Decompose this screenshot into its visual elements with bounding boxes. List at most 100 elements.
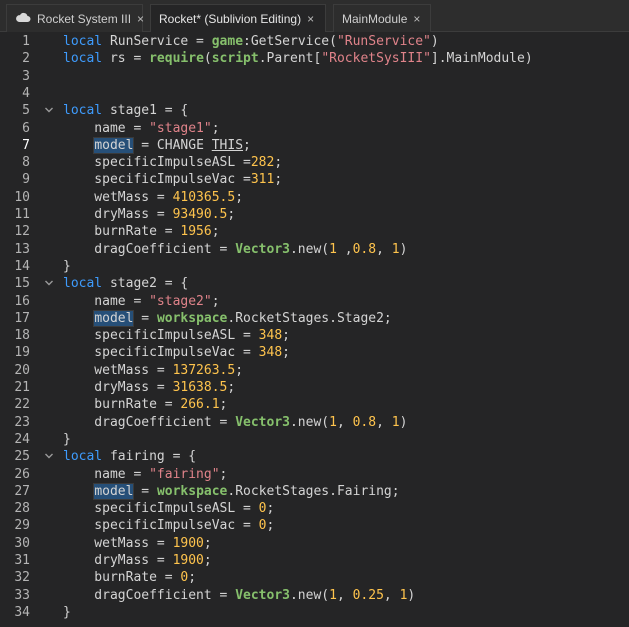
code-line[interactable]: 21 dryMass = 31638.5; (0, 379, 629, 396)
code-token: ; (188, 570, 197, 586)
code-line[interactable]: 9 specificImpulseVac =311; (0, 171, 629, 188)
code-token: .RocketStages.Fairing; (227, 483, 400, 499)
code-line[interactable]: 33 dragCoefficient = Vector3.new(1, 0.25… (0, 587, 629, 604)
string-token: "stage1" (149, 120, 212, 136)
code-token: ; (266, 518, 275, 534)
close-icon[interactable]: × (137, 13, 144, 25)
line-number: 33 (14, 587, 30, 603)
code-line[interactable]: 26 name = "fairing"; (0, 466, 629, 483)
line-number: 21 (14, 380, 30, 395)
line-number: 18 (14, 328, 30, 344)
number-token: 1956 (180, 224, 212, 240)
code-line[interactable]: 18 specificImpulseASL = 348; (0, 327, 629, 344)
code-line[interactable]: 15 local stage2 = { (0, 275, 629, 292)
code-line[interactable]: 12 burnRate = 1956; (0, 223, 629, 240)
code-token: rs = (102, 51, 150, 67)
code-token: ; (235, 362, 244, 378)
keyword-token: local (63, 449, 103, 465)
line-number: 25 (14, 449, 30, 465)
code-line[interactable]: 24} (0, 431, 629, 448)
code-token: ; (235, 189, 244, 205)
tab-rocket[interactable]: Rocket* (Sublivion Editing) × (150, 4, 326, 33)
code-token: ; (211, 120, 220, 136)
code-token: ; (266, 501, 275, 517)
number-token: 0.25 (352, 587, 384, 603)
code-line[interactable]: 23 dragCoefficient = Vector3.new(1, 0.8,… (0, 414, 629, 431)
code-token: specificImpulseVac = (63, 518, 259, 534)
script-editor-window: Rocket System III × Rocket* (Sublivion E… (0, 0, 629, 627)
code-text: specificImpulseASL =282; (63, 154, 282, 171)
code-text: burnRate = 1956; (63, 223, 220, 240)
line-number: 23 (14, 414, 30, 430)
line-number: 9 (22, 172, 30, 188)
line-number: 29 (14, 518, 30, 534)
code-line[interactable]: 2 local rs = require(script.Parent["Rocke… (0, 50, 629, 67)
builtin-token: require (149, 51, 204, 67)
close-icon[interactable]: × (413, 13, 420, 25)
code-line[interactable]: 22 burnRate = 266.1; (0, 396, 629, 413)
code-line[interactable]: 30 wetMass = 1900; (0, 535, 629, 552)
code-line[interactable]: 17 model = workspace.RocketStages.Stage2… (0, 309, 629, 327)
code-line[interactable]: 19 specificImpulseVac = 348; (0, 344, 629, 361)
builtin-token: script (211, 51, 259, 67)
code-line[interactable]: 13 dragCoefficient = Vector3.new(1 ,0.8,… (0, 241, 629, 258)
code-line[interactable]: 4 (0, 85, 629, 102)
number-token: 1900 (172, 535, 204, 551)
tab-bar: Rocket System III × Rocket* (Sublivion E… (0, 0, 629, 33)
code-line[interactable]: 8 specificImpulseASL =282; (0, 154, 629, 171)
code-line[interactable]: 1 local RunService = game:GetService("Run… (0, 33, 629, 50)
code-line[interactable]: 32 burnRate = 0; (0, 569, 629, 586)
number-token: 93490.5 (172, 207, 228, 222)
code-token: name = (63, 120, 150, 136)
line-number: 8 (22, 155, 30, 171)
code-line[interactable]: 28 specificImpulseASL = 0; (0, 500, 629, 517)
code-token: ; (211, 224, 220, 240)
code-token: ; (282, 345, 290, 361)
code-token: ; (211, 293, 220, 309)
code-line[interactable]: 29 specificImpulseVac = 0; (0, 517, 629, 534)
code-text: specificImpulseVac =311; (63, 171, 282, 188)
code-line[interactable]: 10 wetMass = 410365.5; (0, 189, 629, 206)
code-line[interactable]: 16 name = "stage2"; (0, 293, 629, 310)
line-number: 32 (14, 570, 30, 586)
code-line[interactable]: 31 dryMass = 1900; (0, 552, 629, 569)
code-token: wetMass = (63, 362, 173, 378)
code-text: } (63, 431, 71, 448)
code-line[interactable]: 7 model = CHANGE THIS; (0, 136, 629, 154)
code-line[interactable]: 20 wetMass = 137263.5; (0, 362, 629, 379)
code-line[interactable]: 25 local fairing = { (0, 448, 629, 465)
number-token: 0.8 (352, 414, 377, 430)
tab-rocket-system-iii[interactable]: Rocket System III × (6, 4, 144, 32)
code-line[interactable]: 34} (0, 604, 629, 621)
code-line[interactable]: 11 dryMass = 93490.5; (0, 206, 629, 223)
code-token: RunService = (102, 34, 212, 49)
code-token: ; (219, 466, 228, 482)
line-number: 28 (14, 501, 30, 517)
code-text: model = CHANGE THIS; (63, 136, 251, 154)
code-token: } (63, 604, 71, 620)
code-line[interactable]: 5 local stage1 = { (0, 102, 629, 119)
code-text: model = workspace.RocketStages.Fairing; (63, 482, 400, 500)
keyword-token: local (63, 34, 103, 49)
line-number: 11 (14, 207, 30, 222)
number-token: 1 (329, 414, 337, 430)
code-line[interactable]: 14} (0, 258, 629, 275)
code-line[interactable]: 27 model = workspace.RocketStages.Fairin… (0, 482, 629, 500)
code-token: = (133, 310, 157, 326)
code-text: specificImpulseASL = 348; (63, 327, 290, 344)
line-number: 26 (14, 466, 30, 482)
code-line[interactable]: 6 name = "stage1"; (0, 120, 629, 137)
tab-main-module[interactable]: MainModule × (333, 4, 431, 32)
close-icon[interactable]: × (307, 13, 314, 25)
code-text: local fairing = { (63, 448, 196, 465)
code-text: name = "stage1"; (63, 120, 220, 137)
keyword-token: local (63, 276, 103, 292)
line-number: 15 (14, 276, 30, 292)
code-line[interactable]: 3 (0, 68, 629, 85)
line-number: 2 (22, 51, 30, 67)
code-editor[interactable]: 1 local RunService = game:GetService("Run… (0, 32, 629, 627)
builtin-token: Vector3 (235, 414, 290, 430)
code-token: specificImpulseVac = (63, 172, 251, 188)
line-number: 13 (14, 241, 30, 257)
